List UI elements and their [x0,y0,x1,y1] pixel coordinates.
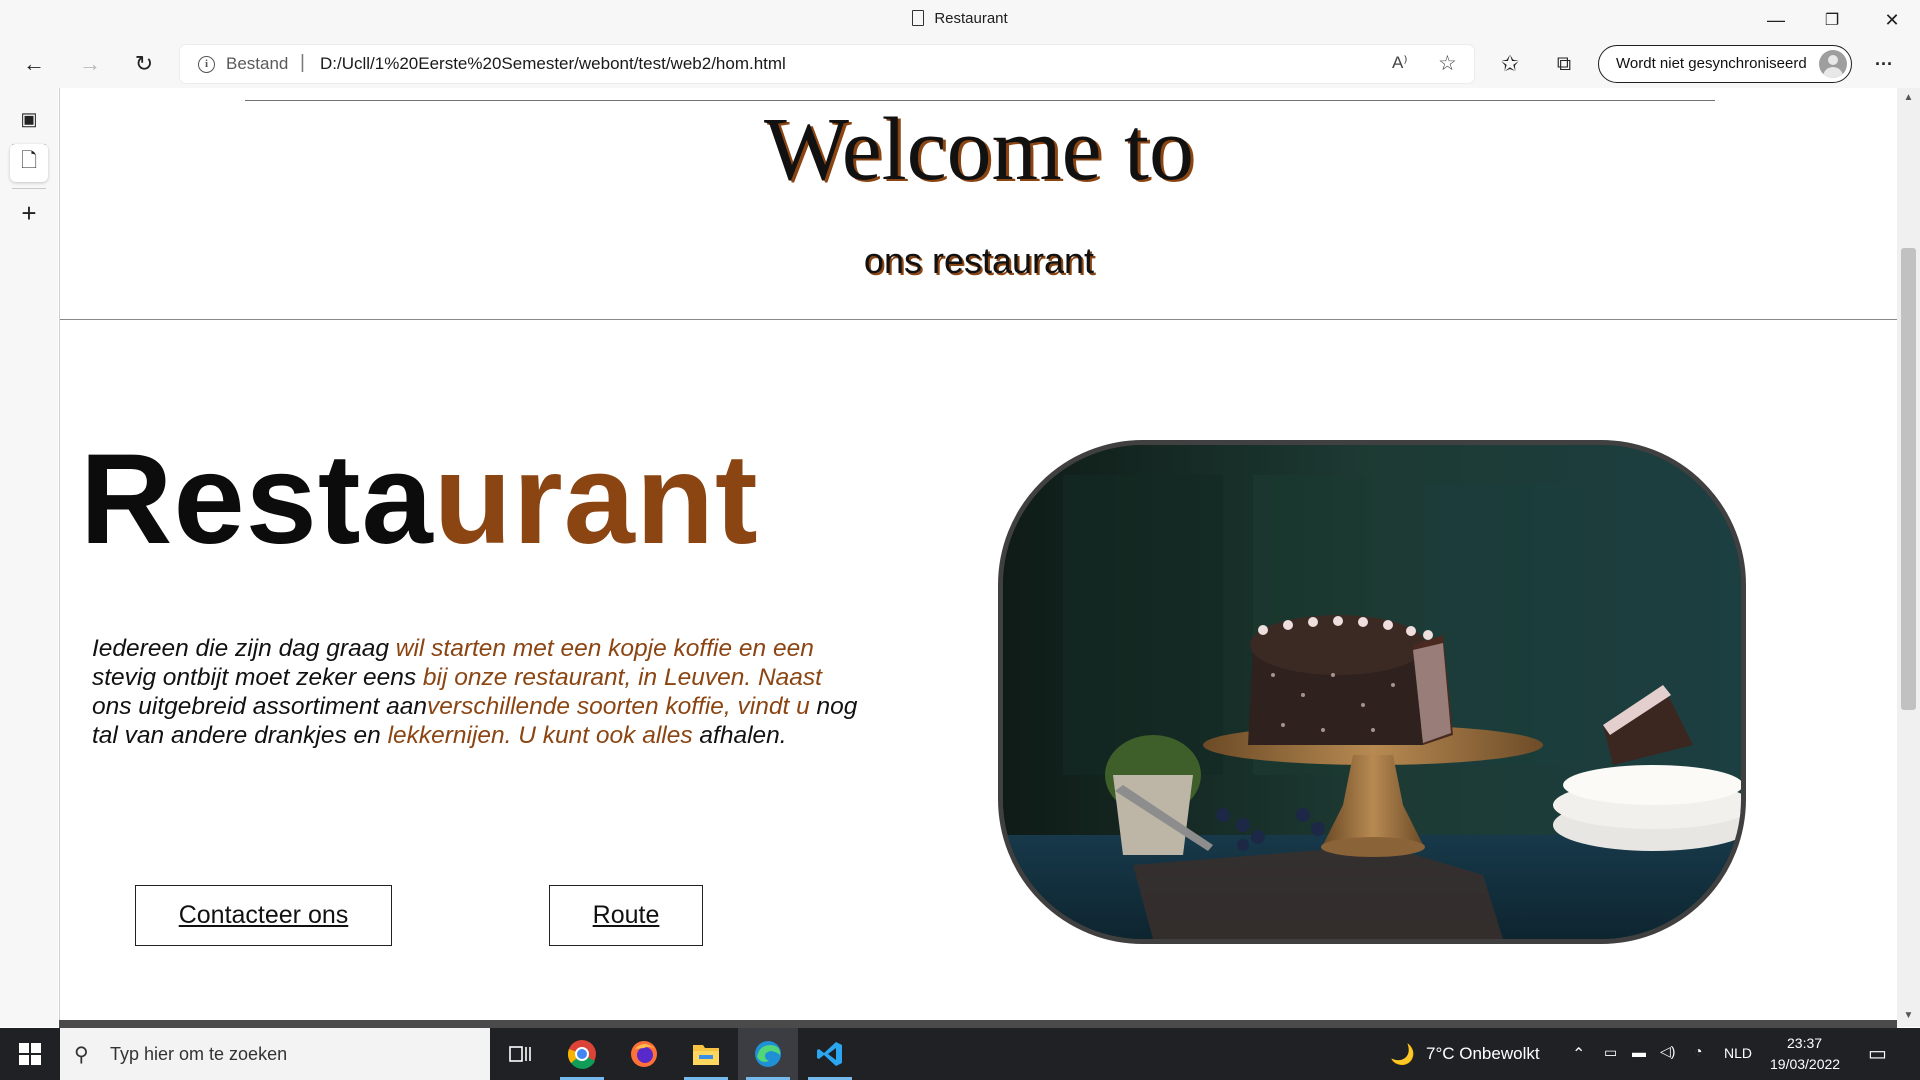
intro-text: ons uitgebreid assortiment aan [92,693,428,720]
windows-taskbar: ⚲ Typ hier om te zoeken 🌙 7°C Onbewolkt … [0,1028,1920,1080]
info-icon[interactable]: i [198,56,215,73]
firefox-icon[interactable] [614,1028,674,1080]
edge-icon[interactable] [738,1028,798,1080]
scroll-down-icon[interactable]: ▼ [1897,1010,1920,1021]
address-bar[interactable]: i Bestand | D:/Ucll/1%20Eerste%20Semeste… [180,45,1474,83]
browser-toolbar: ← → ↻ i Bestand | D:/Ucll/1%20Eerste%20S… [0,40,1920,88]
page-bottom-strip [59,1020,1897,1028]
cake-photo [1003,445,1741,939]
vertical-scrollbar[interactable]: ▲ ▼ [1897,88,1920,1027]
avatar [1819,50,1847,78]
wifi-icon[interactable]: ◔ [1694,1043,1702,1059]
vscode-icon[interactable] [800,1028,860,1080]
profile-sync-label: Wordt niet gesynchroniseerd [1616,55,1807,72]
refresh-button[interactable]: ↻ [126,46,162,82]
chrome-icon[interactable] [552,1028,612,1080]
window-title-bar: Restaurant — ❐ ✕ [0,0,1920,40]
window-title-text: Restaurant [934,10,1008,27]
contact-button[interactable]: Contacteer ons [135,885,392,946]
clock-time[interactable]: 23:37 [1787,1035,1822,1051]
more-menu-icon[interactable]: ··· [1866,46,1902,82]
welcome-heading: Welcome to [763,100,1195,199]
back-button[interactable]: ← [16,46,52,82]
intro-accent-text: lekkernijen. U kunt ook alles [387,722,693,749]
scroll-thumb[interactable] [1901,248,1916,710]
intro-accent-text: bij onze restaurant, in Leuven. Naast [422,664,822,691]
intro-accent-text: verschillende soorten koffie, vindt u [427,693,810,720]
intro-text: afhalen. [692,722,787,749]
clock-date[interactable]: 19/03/2022 [1770,1056,1840,1072]
restore-button[interactable]: ❐ [1804,0,1860,40]
windows-icon [19,1043,41,1065]
battery-icon[interactable]: ▬ [1632,1044,1646,1060]
language-indicator[interactable]: NLD [1724,1045,1752,1061]
hero-image [998,440,1746,944]
device-icon[interactable]: ▭ [1604,1044,1617,1061]
current-tab-icon[interactable]: 🗋 [10,144,48,182]
title-part-dark: Resta [80,428,434,571]
minimize-button[interactable]: — [1748,0,1804,40]
sidebar-divider [12,188,46,189]
close-window-button[interactable]: ✕ [1864,0,1920,40]
profile-button[interactable]: Wordt niet gesynchroniseerd [1598,45,1852,83]
collections-icon[interactable]: ⧉ [1546,46,1582,82]
show-hidden-icons-icon[interactable]: ⌃ [1572,1044,1585,1064]
volume-icon[interactable]: ◁) [1660,1043,1675,1060]
new-tab-icon[interactable]: + [10,194,48,232]
subtitle-heading: ons restaurant [863,240,1095,281]
forward-button[interactable]: → [72,46,108,82]
tab-actions-icon[interactable]: ▣ [10,100,48,138]
read-aloud-icon[interactable]: A⁾ [1392,53,1408,73]
intro-text: Iedereen die zijn dag graag [92,635,396,662]
title-part-accent: urant [433,428,759,571]
weather-icon[interactable]: 🌙 [1390,1042,1415,1067]
vertical-tabs-sidebar: ▣ 🗋 + [0,88,58,1027]
weather-text[interactable]: 7°C Onbewolkt [1426,1044,1540,1064]
address-separator: | [300,52,305,73]
window-title: Restaurant [0,10,1920,27]
task-view-icon[interactable] [490,1028,550,1080]
search-icon: ⚲ [74,1044,89,1066]
taskbar-search[interactable]: ⚲ Typ hier om te zoeken [60,1028,490,1080]
protocol-label: Bestand [226,54,289,73]
start-button[interactable] [0,1028,60,1080]
page-icon [912,10,925,26]
add-favorite-icon[interactable]: ☆ [1438,51,1457,76]
intro-paragraph: Iedereen die zijn dag graag wil starten … [92,634,862,750]
header-divider [60,319,1897,320]
notifications-icon[interactable]: ▭ [1868,1041,1887,1066]
search-placeholder: Typ hier om te zoeken [110,1044,288,1064]
intro-text: stevig ontbijt moet zeker eens [92,664,423,691]
intro-accent-text: wil starten met een kopje koffie en een [395,635,814,662]
favorites-icon[interactable]: ✩ [1492,46,1528,82]
route-button[interactable]: Route [549,885,703,946]
page-viewport: Welcome to ons restaurant Restaurant Ied… [59,88,1897,1020]
restaurant-title: Restaurant [80,436,759,564]
scroll-up-icon[interactable]: ▲ [1897,92,1920,103]
file-explorer-icon[interactable] [676,1028,736,1080]
url-text[interactable]: D:/Ucll/1%20Eerste%20Semester/webont/tes… [320,54,786,74]
